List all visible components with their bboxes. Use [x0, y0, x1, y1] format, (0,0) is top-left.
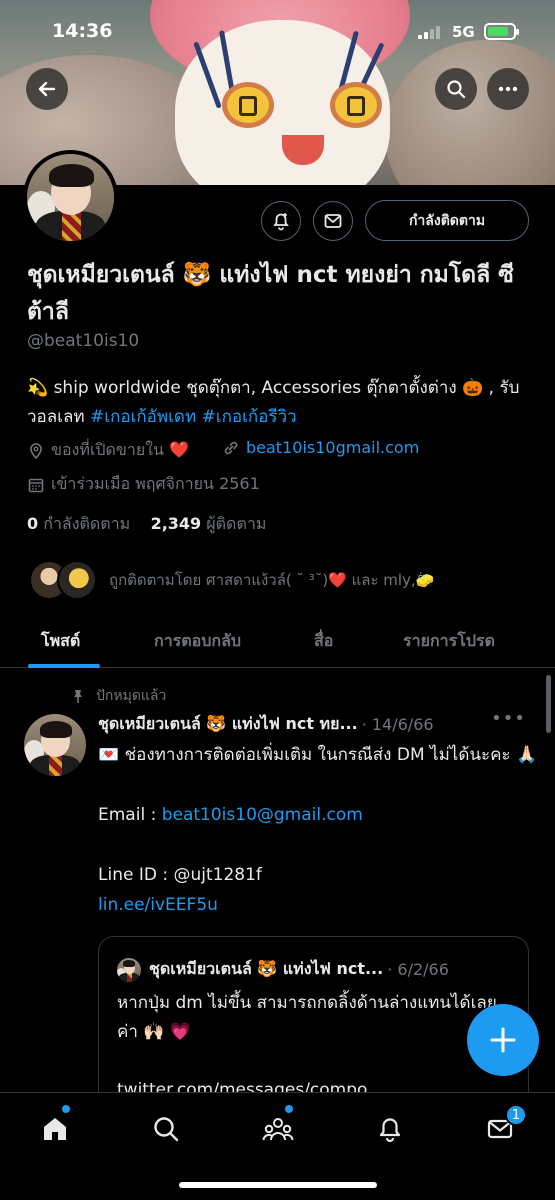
follower-avatar — [57, 560, 97, 600]
banner-shell-right — [385, 40, 555, 185]
following-button[interactable]: กำลังติดตาม — [365, 200, 529, 241]
post-more-button[interactable]: ••• — [491, 708, 526, 729]
followed-by-row[interactable]: ถูกติดตามโดย ศาสดาแง้วล์( ˘ ³˘)❤️ และ ml… — [29, 560, 434, 600]
banner-doll-eye — [222, 82, 274, 128]
communities-icon — [262, 1118, 294, 1141]
website-link[interactable]: beat10is10gmail.com — [246, 438, 419, 457]
email-label: Email : — [98, 805, 162, 825]
post-author-name[interactable]: ชุดเหมียวเตนล์ 🐯 แท่งไฟ nct ทย... — [98, 712, 358, 737]
hashtag-link[interactable]: #เกอเก้อัพเดท — [90, 407, 196, 427]
search-button[interactable] — [435, 68, 477, 110]
network-type: 5G — [452, 23, 475, 41]
location-row: ของที่เปิดขายใน ❤️ — [27, 438, 189, 463]
message-button[interactable] — [313, 201, 353, 241]
pinned-label: ปักหมุดแล้ว — [96, 688, 167, 704]
envelope-icon — [324, 214, 342, 228]
avatar-photo — [27, 154, 114, 241]
avatar-photo — [24, 714, 86, 776]
profile-bio: 💫 ship worldwide ชุดตุ๊กตา, Accessories … — [27, 374, 537, 432]
calendar-icon — [28, 478, 44, 492]
quote-message: หากปุ่ม dm ไม่ขึ้น สามารถกดลิ้งด้านล่างแ… — [117, 993, 497, 1042]
nav-communities[interactable] — [260, 1111, 296, 1147]
search-icon — [154, 1117, 179, 1142]
status-time: 14:36 — [52, 20, 113, 42]
signal-icon — [418, 25, 440, 39]
profile-avatar[interactable] — [23, 150, 118, 245]
plus-icon — [490, 1027, 516, 1053]
followed-by-text: ถูกติดตามโดย ศาสดาแง้วล์( ˘ ³˘)❤️ และ ml… — [109, 571, 435, 589]
post-text: 💌 ช่องทางการติดต่อเพิ่มเติม ในกรณีส่ง DM… — [98, 740, 538, 920]
quote-date: · 6/2/66 — [387, 960, 449, 979]
nav-search[interactable] — [148, 1111, 184, 1147]
status-bar: 14:36 5G — [0, 0, 555, 60]
nav-home[interactable] — [37, 1111, 73, 1147]
tab-posts[interactable]: โพสต์ — [41, 629, 80, 654]
followers-label: ผู้ติดตาม — [206, 514, 267, 533]
quote-header: ชุดเหมียวเตนล์ 🐯 แท่งไฟ nct... · 6/2/66 — [117, 957, 449, 982]
quote-author-avatar — [117, 957, 141, 982]
more-options-button[interactable] — [487, 68, 529, 110]
bell-plus-icon — [273, 213, 289, 231]
back-button[interactable] — [26, 68, 68, 110]
email-link[interactable]: beat10is10@gmail.com — [162, 805, 363, 825]
home-indicator — [179, 1182, 377, 1188]
quote-text: หากปุ่ม dm ไม่ขึ้น สามารถกดลิ้งด้านล่างแ… — [117, 989, 517, 1105]
line-link[interactable]: lin.ee/ivEEF5u — [98, 895, 218, 915]
joined-row: เข้าร่วมเมือ พฤศจิกายน 2561 — [27, 472, 260, 497]
followers-count: 2,349 — [150, 514, 202, 533]
notifications-subscribe-button[interactable] — [261, 201, 301, 241]
quoted-post[interactable]: ชุดเหมียวเตนล์ 🐯 แท่งไฟ nct... · 6/2/66 … — [98, 936, 529, 1116]
profile-name: ชุดเหมียวเตนล์ 🐯 แท่งไฟ nct ทยงย่า กมโดล… — [27, 262, 514, 325]
joined-text: เข้าร่วมเมือ พฤศจิกายน 2561 — [51, 474, 260, 493]
communities-notification-dot — [285, 1105, 293, 1113]
post-header: ชุดเหมียวเตนล์ 🐯 แท่งไฟ nct ทย... · 14/6… — [98, 708, 538, 737]
nav-notifications[interactable] — [372, 1111, 408, 1147]
search-icon — [447, 80, 466, 99]
more-icon — [498, 86, 518, 92]
link-icon — [224, 441, 238, 454]
battery-icon — [484, 23, 519, 40]
quote-author-name: ชุดเหมียวเตนล์ 🐯 แท่งไฟ nct... — [149, 959, 384, 978]
hashtag-link[interactable]: #เกอเก้อรีวิว — [202, 407, 297, 427]
pinned-indicator: ปักหมุดแล้ว — [70, 685, 166, 707]
website-row[interactable]: beat10is10gmail.com — [222, 438, 419, 457]
scrollbar[interactable] — [546, 675, 551, 733]
following-count: 0 — [27, 514, 39, 533]
post-date[interactable]: · 14/6/66 — [362, 715, 434, 734]
profile-handle: @beat10is10 — [27, 331, 140, 351]
bell-icon — [379, 1118, 401, 1143]
tab-likes[interactable]: รายการโปรด — [403, 629, 495, 654]
line-id: Line ID : @ujt1281f — [98, 865, 262, 885]
compose-post-button[interactable] — [467, 1004, 539, 1076]
home-icon — [44, 1118, 66, 1140]
home-notification-dot — [62, 1105, 70, 1113]
location-pin-icon — [30, 442, 42, 459]
messages-badge: 1 — [505, 1104, 527, 1126]
following-stat[interactable]: 0 กำลังติดตาม — [27, 514, 130, 533]
back-arrow-icon — [38, 81, 56, 97]
pin-icon — [74, 690, 82, 703]
profile-tabs: โพสต์ การตอบกลับ สื่อ รายการโปรด — [0, 615, 555, 668]
followers-stat[interactable]: 2,349 ผู้ติดตาม — [151, 514, 267, 533]
post-author-avatar[interactable] — [24, 714, 86, 776]
active-tab-indicator — [28, 664, 100, 668]
post-line1: 💌 ช่องทางการติดต่อเพิ่มเติม ในกรณีส่ง DM… — [98, 745, 538, 765]
following-label: กำลังติดตาม — [43, 514, 131, 533]
location-text: ของที่เปิดขายใน ❤️ — [51, 440, 189, 459]
follow-stats: 0 กำลังติดตาม 2,349 ผู้ติดตาม — [27, 512, 266, 537]
tab-media[interactable]: สื่อ — [314, 629, 333, 654]
banner-doll-eye — [330, 82, 382, 128]
tab-replies[interactable]: การตอบกลับ — [154, 629, 241, 654]
